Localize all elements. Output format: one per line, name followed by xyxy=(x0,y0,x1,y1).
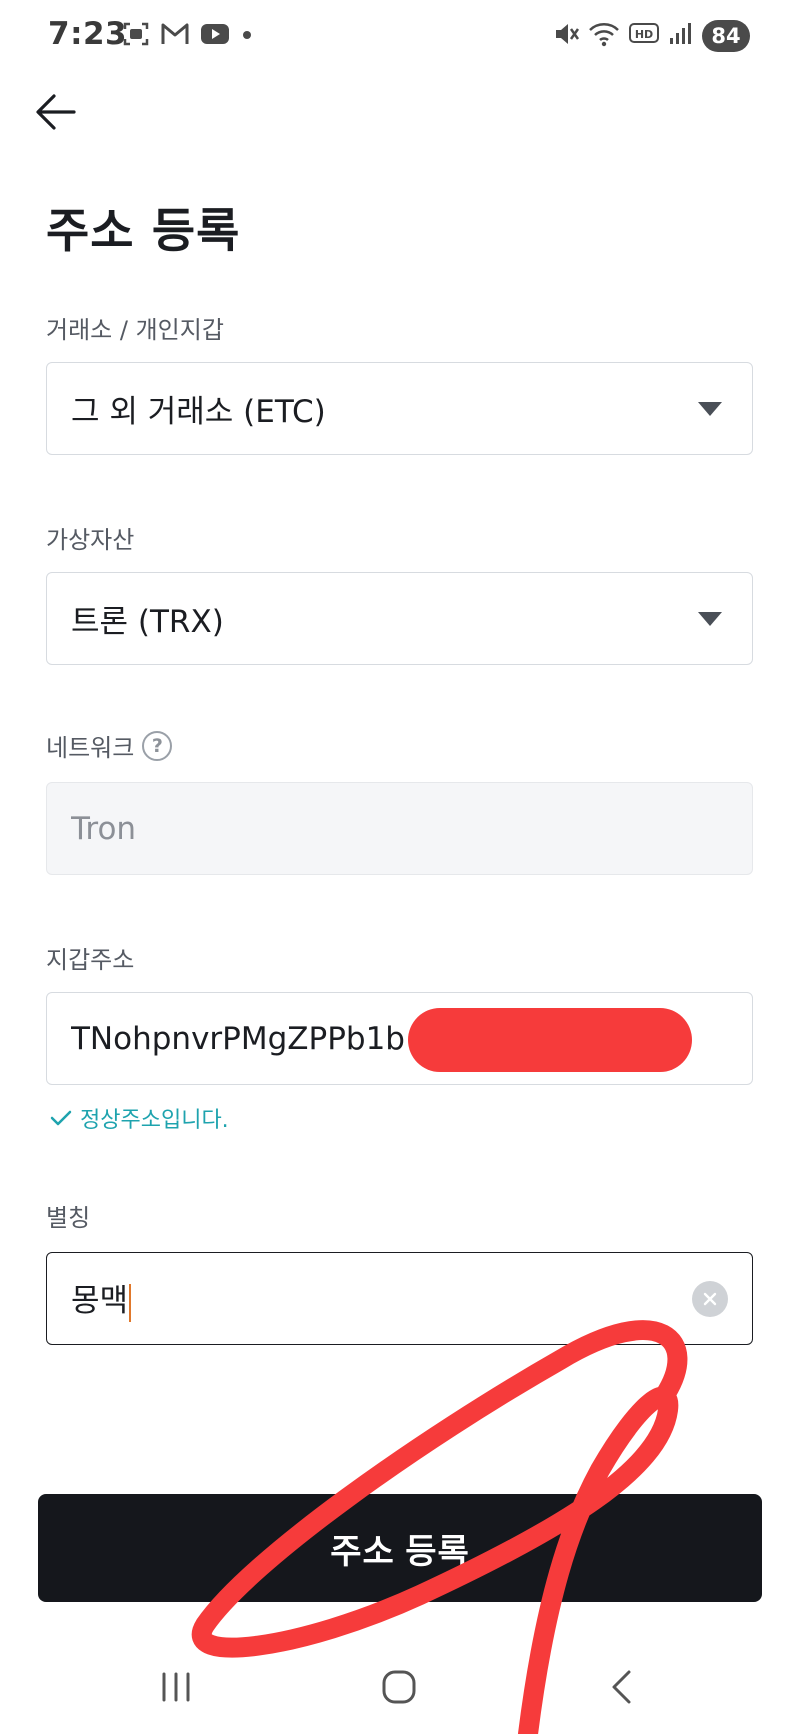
exchange-label: 거래소 / 개인지갑 xyxy=(46,310,224,345)
wallet-label: 지갑주소 xyxy=(46,940,134,975)
alias-label: 별칭 xyxy=(46,1198,90,1233)
alias-input-value: 몽맥 xyxy=(71,1275,692,1322)
caret-down-icon xyxy=(698,401,722,416)
status-left-icons xyxy=(122,20,254,52)
exchange-select-value: 그 외 거래소 (ETC) xyxy=(71,394,326,430)
alias-label-text: 별칭 xyxy=(46,1204,91,1232)
youtube-icon xyxy=(200,22,230,50)
chevron-left-icon xyxy=(612,1670,631,1704)
home-button[interactable] xyxy=(369,1662,429,1712)
asset-label-text: 가상자산 xyxy=(46,526,135,554)
signal-icon xyxy=(668,21,694,51)
status-bar: 7:23 HD 84 xyxy=(0,0,800,74)
exchange-select[interactable]: 그 외 거래소 (ETC) xyxy=(46,362,753,455)
caret-down-icon xyxy=(698,611,722,626)
back-arrow-icon xyxy=(36,94,76,130)
page-title: 주소 등록 xyxy=(46,204,241,259)
wallet-label-text: 지갑주소 xyxy=(46,946,135,974)
close-icon xyxy=(703,1292,717,1305)
battery-indicator: 84 xyxy=(702,20,750,52)
asset-label: 가상자산 xyxy=(46,520,134,555)
back-button[interactable] xyxy=(30,86,82,138)
network-label-text: 네트워크 xyxy=(46,734,135,762)
asset-select-value: 트론 (TRX) xyxy=(71,604,224,640)
check-icon xyxy=(50,1110,72,1126)
hd-icon: HD xyxy=(628,21,660,51)
status-time: 7:23 xyxy=(48,16,128,52)
alias-input[interactable]: 몽맥 xyxy=(46,1252,753,1345)
recent-apps-button[interactable] xyxy=(146,1662,206,1712)
exchange-label-text: 거래소 / 개인지갑 xyxy=(46,316,224,344)
svg-text:HD: HD xyxy=(635,28,653,41)
status-right-icons: HD 84 xyxy=(552,20,750,52)
network-field: Tron xyxy=(46,782,753,875)
screen: 7:23 HD 84 주소 등록 거래소 / 개인지갑 그 외 거래소 (ETC… xyxy=(0,0,800,1734)
dot-icon xyxy=(240,27,254,46)
network-label: 네트워크 ? xyxy=(46,728,173,763)
help-icon[interactable]: ? xyxy=(142,730,173,761)
redaction-mark xyxy=(408,1008,692,1072)
gmail-icon xyxy=(160,21,190,51)
text-cursor xyxy=(129,1283,132,1322)
asset-select[interactable]: 트론 (TRX) xyxy=(46,572,753,665)
navigation-bar xyxy=(0,1634,800,1734)
home-icon xyxy=(382,1670,416,1704)
mute-icon xyxy=(552,20,580,52)
network-field-value: Tron xyxy=(71,810,137,847)
register-address-button[interactable]: 주소 등록 xyxy=(38,1494,762,1602)
recent-apps-icon xyxy=(162,1672,190,1702)
screenshot-icon xyxy=(122,20,150,52)
wifi-icon xyxy=(588,20,620,52)
alias-text: 몽맥 xyxy=(71,1283,129,1320)
address-valid-message: 정상주소입니다. xyxy=(50,1102,229,1134)
address-valid-text: 정상주소입니다. xyxy=(80,1108,229,1133)
clear-input-button[interactable] xyxy=(692,1280,728,1317)
back-nav-button[interactable] xyxy=(592,1662,652,1712)
